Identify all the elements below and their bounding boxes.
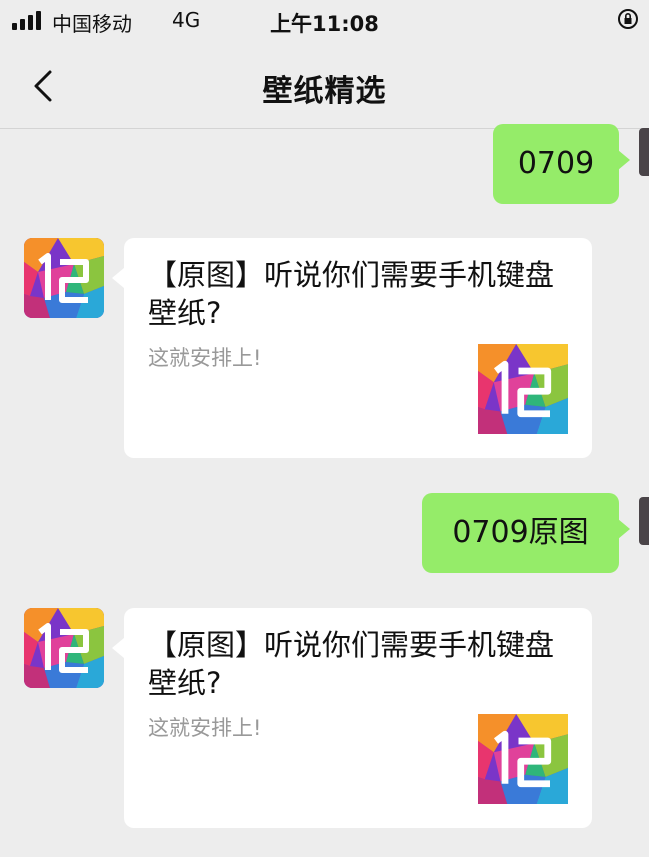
outgoing-message-bubble[interactable]: 0709原图 (422, 493, 630, 573)
outgoing-message-bubble[interactable]: 0709 (493, 124, 630, 204)
status-time: 上午11:08 (270, 12, 379, 36)
message-text: 0709 (517, 146, 595, 181)
status-bar: 中国移动 4G 上午11:08 (0, 0, 649, 44)
nav-bar: 壁纸精选 (0, 44, 649, 129)
article-description: 这就安排上! (148, 716, 262, 740)
sender-avatar[interactable] (24, 608, 104, 688)
12-logo-icon (24, 238, 104, 318)
rotation-lock-icon (618, 9, 638, 29)
article-title: 【原图】听说你们需要手机键盘壁纸? (148, 258, 555, 330)
article-title: 【原图】听说你们需要手机键盘壁纸? (148, 628, 555, 700)
article-card[interactable]: 【原图】听说你们需要手机键盘壁纸? 这就安排上! (112, 608, 592, 828)
12-logo-icon (24, 608, 104, 688)
message-text: 0709原图 (452, 515, 589, 550)
self-avatar[interactable] (639, 128, 649, 176)
article-description: 这就安排上! (148, 346, 262, 370)
page-title: 壁纸精选 (262, 74, 387, 109)
article-thumbnail-icon (478, 344, 568, 434)
self-avatar[interactable] (639, 497, 649, 545)
sender-avatar[interactable] (24, 238, 104, 318)
article-thumbnail-icon (478, 714, 568, 804)
article-card[interactable]: 【原图】听说你们需要手机键盘壁纸? 这就安排上! (112, 238, 592, 458)
